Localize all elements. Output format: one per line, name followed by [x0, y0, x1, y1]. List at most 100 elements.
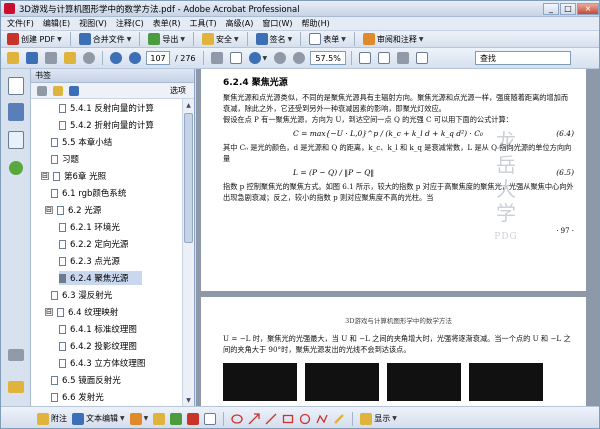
oval-tool-icon[interactable] [299, 413, 311, 425]
next-page-button[interactable] [127, 51, 143, 66]
page-number-input[interactable]: 107 [146, 51, 170, 65]
fit-width-button[interactable] [376, 51, 392, 66]
scrollbar-thumb[interactable] [184, 113, 193, 243]
collapse-icon[interactable]: ⊟ [41, 172, 49, 180]
bookmark-options-button[interactable]: 选项 [170, 85, 186, 96]
rectangle-tool-icon[interactable] [282, 413, 294, 425]
bookmark-label: 6.5 镜面反射光 [62, 376, 121, 386]
bookmark-item[interactable]: 习题 [51, 152, 79, 166]
bookmark-item[interactable]: 5.4.2 折射向量的计算 [59, 118, 154, 132]
scroll-up-icon[interactable]: ▲ [183, 99, 194, 111]
select-tool-button[interactable] [228, 51, 244, 66]
stamp-char: 大 [496, 177, 516, 201]
document-view[interactable]: 6.2.4 聚焦光源 聚焦光源和点光源类似，不同的是聚焦光源具有主辐射方向。聚焦… [196, 69, 599, 406]
previous-page-button[interactable] [108, 51, 124, 66]
open-button[interactable] [5, 51, 21, 66]
menu-help[interactable]: 帮助(H) [302, 18, 330, 29]
zoom-in-button[interactable] [291, 51, 307, 66]
create-pdf-button[interactable]: 创建 PDF ▼ [5, 32, 64, 47]
cloud-tool-icon[interactable] [231, 413, 243, 425]
page-icon [59, 324, 66, 334]
stamp-tool-button[interactable]: ▼ [129, 412, 148, 425]
pages-panel-icon[interactable] [8, 77, 24, 95]
attach-file-button[interactable] [170, 412, 183, 425]
expand-bookmark-icon[interactable] [69, 85, 79, 96]
forms-button[interactable]: 表单 ▼ [307, 32, 348, 47]
text-edit-button[interactable]: 文本编辑 ▼ [72, 412, 125, 425]
dropdown-arrow-icon: ▼ [287, 35, 293, 43]
menu-edit[interactable]: 编辑(E) [43, 18, 70, 29]
search-button[interactable] [81, 51, 97, 66]
bookmark-item[interactable]: 6.2.3 点光源 [59, 254, 120, 268]
bookmark-item[interactable]: ⊟ 6.4 纹理映射 [45, 305, 118, 319]
bookmark-item[interactable]: 6.6 发射光 [51, 390, 104, 404]
bookmark-item[interactable]: ⊟ 第6章 光照 [41, 169, 106, 183]
secure-button[interactable]: 安全 ▼ [200, 32, 241, 47]
bookmarks-panel-icon[interactable] [8, 103, 24, 121]
comments-panel-icon[interactable] [8, 381, 24, 393]
page-layout-button[interactable] [414, 51, 430, 66]
combine-files-button[interactable]: 合并文件 ▼ [77, 32, 134, 47]
collapse-icon[interactable]: ⊟ [45, 206, 53, 214]
delete-bookmark-icon[interactable] [37, 85, 47, 96]
menu-file[interactable]: 文件(F) [7, 18, 34, 29]
polyline-tool-icon[interactable] [316, 413, 328, 425]
menu-advanced[interactable]: 高级(A) [226, 18, 254, 29]
save-button[interactable] [24, 51, 40, 66]
help-panel-icon[interactable] [9, 161, 23, 175]
bookmark-item[interactable]: 6.3 漫反射光 [51, 288, 112, 302]
close-button[interactable]: × [577, 2, 599, 15]
line-tool-icon[interactable] [265, 413, 277, 425]
rotate-button[interactable] [395, 51, 411, 66]
bookmark-item[interactable]: 6.4.2 投影纹理图 [59, 339, 137, 353]
record-audio-button[interactable] [187, 412, 200, 425]
menu-window[interactable]: 窗口(W) [262, 18, 292, 29]
signatures-panel-icon[interactable] [8, 131, 24, 149]
bookmark-item[interactable]: ⊟ 6.2 光源 [45, 203, 101, 217]
menu-view[interactable]: 视图(V) [79, 18, 107, 29]
show-comments-button[interactable]: 显示 ▼ [360, 412, 397, 425]
toolbar-separator [300, 32, 302, 46]
navigation-pane-bar [1, 69, 31, 406]
callout-button[interactable] [204, 412, 217, 425]
hand-tool-button[interactable] [209, 51, 225, 66]
tasks-toolbar: 创建 PDF ▼ 合并文件 ▼ 导出 ▼ 安全 ▼ 签名 ▼ 表单 ▼ 审阅和注释 ▼ [1, 31, 599, 48]
sticky-note-button[interactable]: 附注 [37, 412, 67, 425]
bookmark-item[interactable]: 6.2.2 定向光源 [59, 237, 128, 251]
bookmark-item[interactable]: 5.4.1 反射向量的计算 [59, 101, 154, 115]
menu-comments[interactable]: 注释(C) [116, 18, 144, 29]
highlight-button[interactable] [153, 412, 166, 425]
zoom-out-button[interactable] [272, 51, 288, 66]
bookmark-scrollbar[interactable]: ▲ ▼ [182, 99, 194, 406]
minimize-button[interactable]: _ [543, 2, 559, 15]
review-comment-button[interactable]: 审阅和注释 ▼ [361, 32, 426, 47]
bookmark-item-selected[interactable]: 6.2.4 聚焦光源 [59, 271, 143, 285]
bookmark-tree: 5.4.1 反射向量的计算 5.4.2 折射向量的计算 5.5 本章小结 习题 … [31, 99, 183, 406]
bookmark-item[interactable]: 6.4.3 立方体纹理图 [59, 356, 145, 370]
find-input[interactable]: 查找 [475, 51, 571, 65]
bookmark-item[interactable]: 5.5 本章小结 [51, 135, 112, 149]
menu-forms[interactable]: 表单(R) [153, 18, 181, 29]
bookmark-item[interactable]: 6.4.1 标准纹理图 [59, 322, 137, 336]
sign-button[interactable]: 签名 ▼ [254, 32, 295, 47]
bookmark-item[interactable]: 6.2.1 环境光 [59, 220, 120, 234]
maximize-button[interactable]: □ [560, 2, 576, 15]
pencil-tool-icon[interactable] [333, 413, 345, 425]
zoom-tool-button[interactable]: ▼ [247, 51, 270, 66]
bookmark-label: 6.3 漫反射光 [62, 291, 113, 301]
zoom-icon [248, 52, 261, 64]
menu-tools[interactable]: 工具(T) [190, 18, 217, 29]
bookmark-item[interactable]: 6.1 rgb颜色系统 [51, 186, 126, 200]
bookmark-item[interactable]: 6.5 镜面反射光 [51, 373, 121, 387]
zoom-level-input[interactable]: 57.5% [310, 51, 347, 65]
attachments-panel-icon[interactable] [8, 349, 24, 361]
email-button[interactable] [62, 51, 78, 66]
arrow-tool-icon[interactable] [248, 412, 260, 425]
export-button[interactable]: 导出 ▼ [146, 32, 187, 47]
collapse-icon[interactable]: ⊟ [45, 308, 53, 316]
print-button[interactable] [43, 51, 59, 66]
toolbar-separator [202, 51, 204, 65]
scroll-down-icon[interactable]: ▼ [183, 394, 194, 406]
fit-page-button[interactable] [357, 51, 373, 66]
new-bookmark-icon[interactable] [53, 85, 63, 96]
